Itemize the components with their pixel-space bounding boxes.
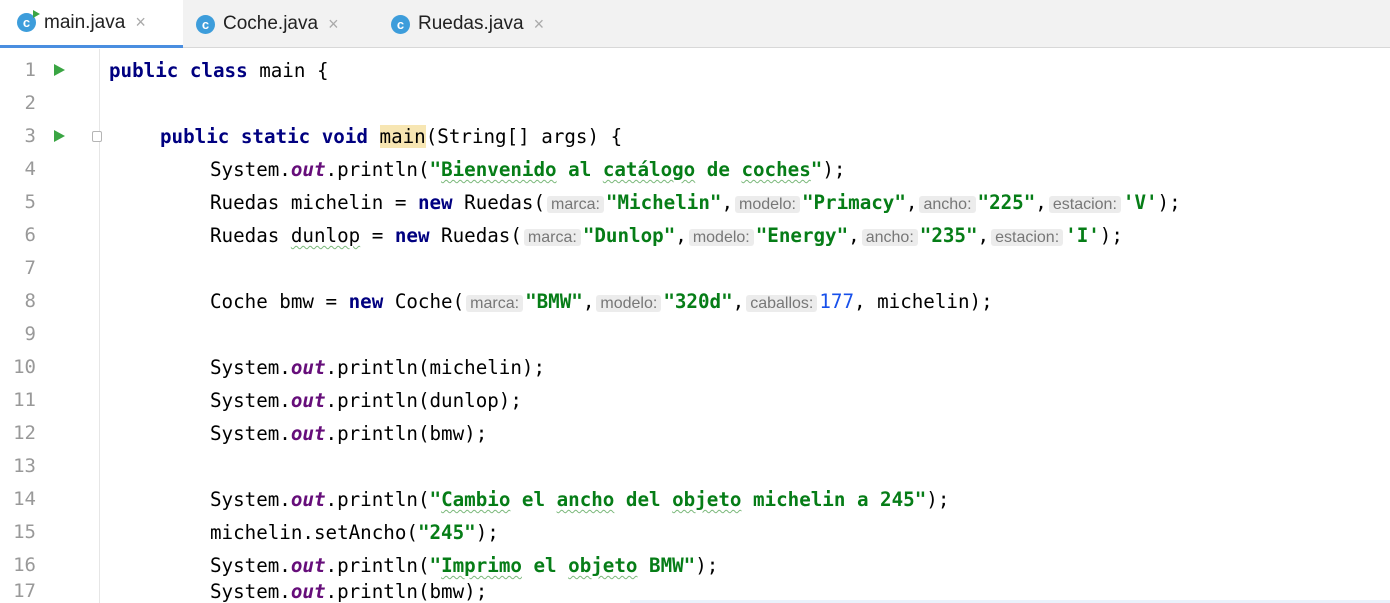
code-line: 5 Ruedas michelin = new Ruedas(marca: "Mi… (0, 186, 1390, 219)
code-text: Ruedas michelin = new Ruedas(marca: "Mich… (210, 191, 1181, 214)
code-line: 7 (0, 252, 1390, 285)
code-text: System.out.println(michelin); (210, 356, 546, 379)
code-text: public static void main(String[] args) { (160, 125, 623, 148)
code-line: 11 System.out.println(dunlop); (0, 384, 1390, 417)
code-line: 1 public class main { (0, 54, 1390, 87)
tab-coche-java[interactable]: c Coche.java × (196, 0, 376, 48)
tab-label: Coche.java (223, 13, 319, 34)
code-line: 4 System.out.println("Bienvenido al catá… (0, 153, 1390, 186)
line-number: 9 (24, 323, 36, 345)
code-line: 17 System.out.println(bmw); (0, 575, 1390, 603)
code-line: 10 System.out.println(michelin); (0, 351, 1390, 384)
parameter-hint: estacion: (1048, 196, 1121, 213)
line-number: 12 (13, 422, 36, 444)
parameter-hint: modelo: (735, 196, 800, 213)
java-class-icon: c (391, 14, 410, 34)
fold-marker-icon[interactable] (92, 131, 102, 142)
parameter-hint: caballos: (746, 295, 818, 312)
code-line: 13 (0, 450, 1390, 483)
line-number: 10 (13, 356, 36, 378)
parameter-hint: modelo: (596, 295, 662, 312)
tab-label: Ruedas.java (418, 13, 524, 34)
close-icon[interactable]: × (135, 12, 146, 33)
tab-label: main.java (44, 11, 126, 33)
run-gutter-icon[interactable] (54, 130, 65, 142)
tab-main-java[interactable]: c main.java × (0, 0, 183, 48)
code-line: 9 (0, 318, 1390, 351)
line-number: 15 (13, 521, 36, 543)
close-icon[interactable]: × (534, 14, 545, 35)
code-text: System.out.println(bmw); (210, 580, 488, 603)
method-highlight: main (379, 125, 426, 148)
line-number: 11 (13, 389, 36, 411)
parameter-hint: modelo: (688, 229, 754, 246)
code-line: 8 Coche bmw = new Coche(marca: "BMW", mode… (0, 285, 1390, 318)
run-gutter-icon[interactable] (54, 64, 65, 76)
line-number: 8 (24, 290, 36, 312)
line-number: 4 (24, 158, 36, 180)
parameter-hint: ancho: (919, 196, 976, 213)
parameter-hint: marca: (466, 295, 524, 312)
parameter-hint: ancho: (861, 229, 918, 246)
code-line: 14 System.out.println("Cambio el ancho d… (0, 483, 1390, 516)
code-text: michelin.setAncho("245"); (210, 521, 499, 544)
line-number: 13 (13, 455, 36, 477)
line-number: 14 (13, 488, 36, 510)
editor-tab-bar: c main.java × c Coche.java × c Ruedas.ja… (0, 0, 1390, 48)
java-class-run-icon: c (17, 10, 40, 32)
tab-ruedas-java[interactable]: c Ruedas.java × (391, 0, 561, 48)
code-line: 2 (0, 87, 1390, 120)
code-line: 12 System.out.println(bmw); (0, 417, 1390, 450)
code-text: public class main { (109, 59, 329, 82)
parameter-hint: estacion: (991, 229, 1064, 246)
code-line: 6 Ruedas dunlop = new Ruedas(marca: "Dunl… (0, 219, 1390, 252)
line-number: 7 (24, 257, 36, 279)
code-text: System.out.println(bmw); (210, 422, 488, 445)
code-text: Coche bmw = new Coche(marca: "BMW", modelo… (210, 290, 993, 313)
line-number: 5 (24, 191, 36, 213)
code-text: System.out.println("Cambio el ancho del … (210, 488, 950, 511)
line-number: 3 (24, 125, 36, 147)
line-number: 2 (24, 92, 36, 114)
code-text: System.out.println(dunlop); (210, 389, 522, 412)
java-class-icon: c (196, 14, 215, 34)
code-text: System.out.println("Bienvenido al catálo… (210, 158, 846, 181)
line-number: 17 (13, 580, 36, 602)
close-icon[interactable]: × (328, 14, 339, 35)
parameter-hint: marca: (523, 229, 581, 246)
runnable-mark-icon (33, 10, 40, 18)
code-line: 3 public static void main(String[] args)… (0, 120, 1390, 153)
line-number: 6 (24, 224, 36, 246)
line-number: 1 (24, 59, 36, 81)
code-line: 15 michelin.setAncho("245"); (0, 516, 1390, 549)
code-text: Ruedas dunlop = new Ruedas(marca: "Dunlop… (210, 224, 1123, 247)
parameter-hint: marca: (547, 196, 604, 213)
